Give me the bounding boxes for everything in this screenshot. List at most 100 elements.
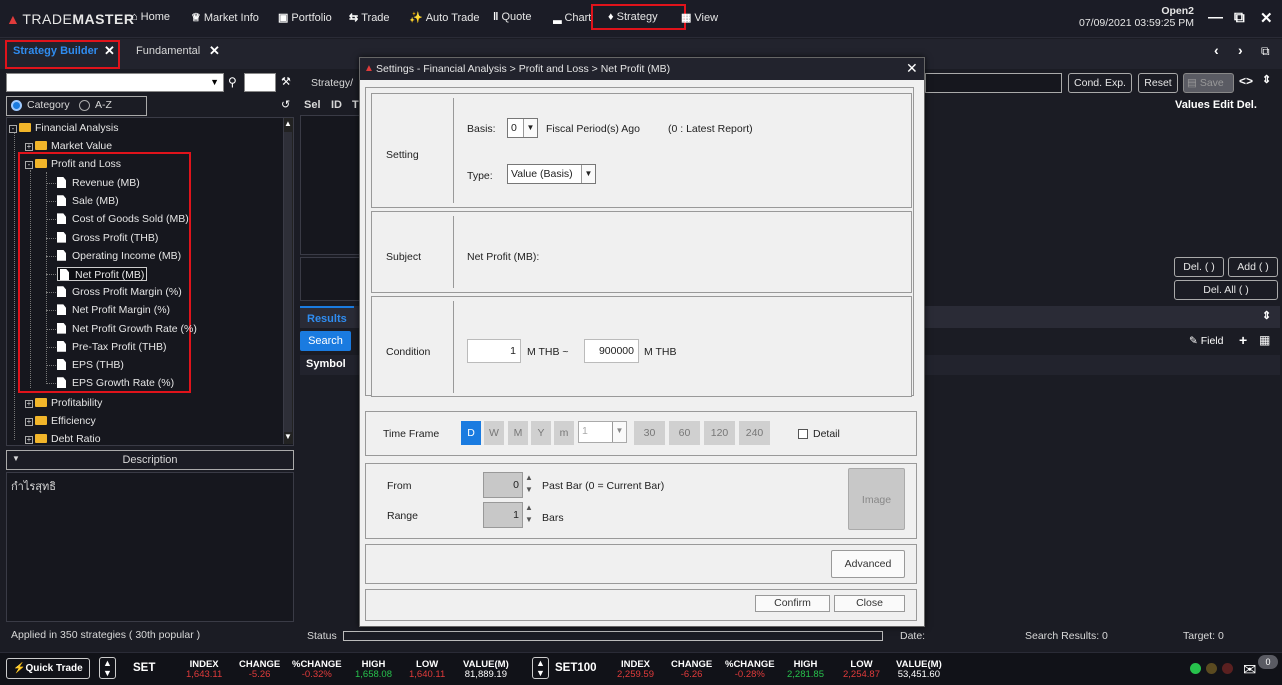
timeframe-1[interactable]: W xyxy=(484,421,504,445)
timeframe-2[interactable]: M xyxy=(508,421,528,445)
timeframe-0[interactable]: D xyxy=(461,421,481,445)
close-window-icon[interactable]: ✕ xyxy=(1260,9,1273,27)
tree-item-10[interactable]: EPS (THB) xyxy=(57,358,124,372)
tree-item-7[interactable]: Net Profit Margin (%) xyxy=(57,303,170,317)
search-icon[interactable]: ⚲ xyxy=(228,75,237,89)
save-button[interactable]: ▤ Save xyxy=(1183,73,1234,93)
minimize-icon[interactable]: — xyxy=(1208,9,1223,26)
range-stepper[interactable]: 1 xyxy=(483,502,523,528)
add-paren-button[interactable]: Add ( ) xyxy=(1228,257,1278,277)
detail-checkbox[interactable] xyxy=(798,429,808,439)
tree-financial-analysis[interactable]: - Financial Analysis xyxy=(9,121,118,135)
timeframe-minutes-240[interactable]: 240 xyxy=(739,421,770,445)
scroll-up-icon[interactable]: ▲ xyxy=(283,119,293,128)
tree-profitability[interactable]: + Profitability xyxy=(25,396,102,410)
tree-item-0[interactable]: Revenue (MB) xyxy=(57,176,140,190)
category-select[interactable]: ▼ xyxy=(6,73,224,92)
menu-quote[interactable]: ‖ Quote xyxy=(493,11,531,23)
divider xyxy=(453,216,454,288)
document-icon xyxy=(57,322,66,334)
tree-item-9[interactable]: Pre-Tax Profit (THB) xyxy=(57,340,167,354)
confirm-button[interactable]: Confirm xyxy=(755,595,830,612)
results-tab[interactable]: Results xyxy=(307,313,347,325)
minute-select[interactable]: 1 ▼ xyxy=(578,421,627,443)
reset-button[interactable]: Reset xyxy=(1138,73,1178,93)
chevron-right-icon[interactable]: › xyxy=(1238,42,1243,58)
wrench-icon[interactable]: ⚒ xyxy=(281,75,291,88)
radio-category[interactable] xyxy=(11,100,22,111)
basis-select[interactable]: 0 ▼ xyxy=(507,118,538,138)
tab-fundamental[interactable]: Fundamental xyxy=(136,45,200,57)
expand-vertical-icon[interactable]: ⇕ xyxy=(1262,309,1271,322)
menu-portfolio[interactable]: ▣ Portfolio xyxy=(278,11,332,24)
popout-icon[interactable]: ⧉ xyxy=(1261,44,1270,59)
from-stepper-arrows-icon[interactable]: ▲ ▼ xyxy=(524,472,534,498)
tree-item-5[interactable]: Net Profit (MB) xyxy=(57,267,148,281)
set-scroll-icon[interactable]: ▲ ▼ xyxy=(99,657,116,679)
expand-vertical-icon[interactable]: ⇕ xyxy=(1262,73,1271,86)
description-header[interactable]: ▼ Description xyxy=(6,450,294,470)
set100-scroll-icon[interactable]: ▲ ▼ xyxy=(532,657,549,679)
timeframe-minutes-30[interactable]: 30 xyxy=(634,421,665,445)
del-all-button[interactable]: Del. All ( ) xyxy=(1174,280,1278,300)
tree-efficiency[interactable]: + Efficiency xyxy=(25,414,96,428)
expression-box xyxy=(300,257,360,301)
menu-view[interactable]: ▦ View xyxy=(681,11,718,24)
image-button[interactable]: Image xyxy=(848,468,905,530)
menu-trade[interactable]: ⇆ Trade xyxy=(349,11,390,24)
mail-icon[interactable]: ✉ xyxy=(1243,660,1256,680)
scroll-thumb[interactable] xyxy=(284,132,292,432)
field-button[interactable]: ✎ Field xyxy=(1189,335,1223,347)
tab-strategy-builder[interactable]: Strategy Builder xyxy=(13,45,98,57)
tree-item-1[interactable]: Sale (MB) xyxy=(57,194,119,208)
search-button[interactable]: Search xyxy=(300,331,351,351)
dialog-close-icon[interactable]: ✕ xyxy=(906,60,918,77)
code-icon[interactable]: <> xyxy=(1239,74,1253,88)
advanced-button[interactable]: Advanced xyxy=(831,550,905,578)
status-label: Status xyxy=(307,630,337,642)
tree-debt-ratio[interactable]: + Debt Ratio xyxy=(25,432,101,444)
type-select[interactable]: Value (Basis) ▼ xyxy=(507,164,596,184)
chevron-left-icon[interactable]: ‹ xyxy=(1214,42,1219,58)
scroll-down-icon[interactable]: ▼ xyxy=(283,432,293,441)
del-paren-button[interactable]: Del. ( ) xyxy=(1174,257,1224,277)
tree-item-2[interactable]: Cost of Goods Sold (MB) xyxy=(57,212,189,226)
expand-icon: + xyxy=(25,142,33,151)
condition-max-input[interactable]: 900000 xyxy=(584,339,639,363)
strategy-name-input[interactable] xyxy=(925,73,1062,93)
close-tab-icon[interactable]: ✕ xyxy=(104,43,115,59)
col-symbol[interactable]: Symbol xyxy=(306,358,346,370)
auto-trade-icon: ✨ xyxy=(409,12,423,24)
close-button[interactable]: Close xyxy=(834,595,905,612)
range-stepper-arrows-icon[interactable]: ▲ ▼ xyxy=(524,502,534,528)
tree-item-6[interactable]: Gross Profit Margin (%) xyxy=(57,285,182,299)
menu-strategy[interactable]: ♦ Strategy xyxy=(608,11,658,23)
tree-item-4[interactable]: Operating Income (MB) xyxy=(57,249,181,263)
quick-trade-button[interactable]: ⚡Quick Trade xyxy=(6,658,90,679)
condition-section: Condition 1 M THB ~ 900000 M THB xyxy=(371,296,912,397)
menu-home[interactable]: ⌂ Home xyxy=(131,11,170,23)
timeframe-minutes-60[interactable]: 60 xyxy=(669,421,700,445)
tree-item-3[interactable]: Gross Profit (THB) xyxy=(57,231,158,245)
divider xyxy=(453,98,454,203)
timeframe-3[interactable]: Y xyxy=(531,421,551,445)
search-input[interactable] xyxy=(244,73,276,92)
cond-exp-button[interactable]: Cond. Exp. xyxy=(1068,73,1132,93)
trade-icon: ⇆ xyxy=(349,12,359,24)
menu-chart[interactable]: ▂ Chart xyxy=(553,11,593,24)
timeframe-minutes-120[interactable]: 120 xyxy=(704,421,735,445)
tree-item-8[interactable]: Net Profit Growth Rate (%) xyxy=(57,322,197,336)
condition-min-input[interactable]: 1 xyxy=(467,339,521,363)
tree-market-value[interactable]: + Market Value xyxy=(25,139,112,153)
restore-icon[interactable]: ⧉ xyxy=(1234,9,1245,26)
refresh-icon[interactable]: ↺ xyxy=(281,98,290,111)
close-tab-icon[interactable]: ✕ xyxy=(209,43,220,59)
grid-icon[interactable]: ▦ xyxy=(1259,333,1270,347)
radio-az[interactable] xyxy=(79,100,90,111)
add-icon[interactable]: + xyxy=(1239,332,1247,348)
tree-item-11[interactable]: EPS Growth Rate (%) xyxy=(57,376,174,390)
from-stepper[interactable]: 0 xyxy=(483,472,523,498)
timeframe-4[interactable]: m xyxy=(554,421,574,445)
menu-market-info[interactable]: ♕ Market Info xyxy=(191,11,259,24)
menu-auto-trade[interactable]: ✨ Auto Trade xyxy=(409,11,480,24)
